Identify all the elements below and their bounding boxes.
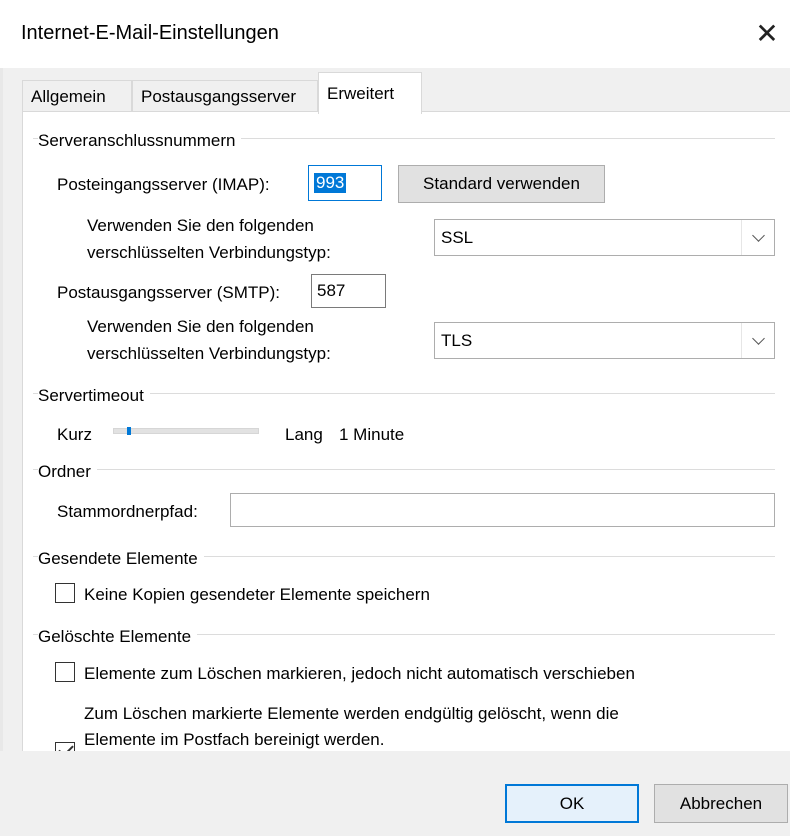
incoming-port-input[interactable]: 993 (308, 165, 382, 201)
incoming-server-label: Posteingangsserver (IMAP): (57, 175, 270, 194)
ok-button-label: OK (559, 793, 585, 813)
cancel-button-label: Abbrechen (679, 793, 763, 813)
title-bar: Internet-E-Mail-Einstellungen ✕ (0, 0, 790, 68)
group-divider (33, 469, 775, 470)
chevron-down-icon (741, 323, 774, 358)
tab-label: Postausgangsserver (141, 86, 296, 106)
tab-label: Allgemein (31, 86, 106, 106)
group-title-deleted-items: Gelöschte Elemente (38, 627, 198, 647)
tab-bar: Allgemein Postausgangsserver Erweitert (22, 72, 790, 114)
use-default-button-label: Standard verwenden (423, 174, 580, 193)
timeout-slider[interactable] (113, 428, 259, 434)
deletion-info-line-2: Elemente im Postfach bereinigt werden. (84, 730, 385, 749)
close-icon: ✕ (755, 17, 779, 49)
chevron-down-icon (741, 220, 774, 255)
tab-allgemein[interactable]: Allgemein (22, 80, 132, 112)
mark-for-deletion-label: Elemente zum Löschen markieren, jedoch n… (84, 664, 635, 683)
outgoing-port-value: 587 (317, 281, 346, 300)
mark-for-deletion-checkbox[interactable] (55, 662, 75, 682)
incoming-port-value: 993 (314, 173, 347, 193)
group-title-server-ports: Serveranschlussnummern (38, 131, 242, 151)
use-default-button[interactable]: Standard verwenden (398, 165, 605, 203)
tab-label: Erweitert (327, 83, 395, 103)
group-title-folders: Ordner (38, 462, 97, 482)
tab-postausgangsserver[interactable]: Postausgangsserver (132, 80, 318, 112)
outgoing-server-label: Postausgangsserver (SMTP): (57, 283, 280, 302)
deletion-info-line-1: Zum Löschen markierte Elemente werden en… (84, 704, 619, 723)
tab-panel-erweitert: Serveranschlussnummern Posteingangsserve… (22, 111, 790, 751)
checkmark-icon (58, 741, 74, 751)
dialog-window: Internet-E-Mail-Einstellungen ✕ Allgemei… (0, 0, 790, 836)
ok-button[interactable]: OK (505, 784, 639, 823)
root-path-input[interactable] (230, 493, 775, 527)
encryption-label-incoming-2: verschlüsselten Verbindungstyp: (87, 243, 331, 262)
partially-hidden-checkbox[interactable] (55, 741, 75, 751)
root-path-label: Stammordnerpfad: (57, 502, 198, 521)
tab-erweitert[interactable]: Erweitert (318, 72, 422, 114)
dialog-footer: OK Abbrechen (0, 751, 790, 836)
timeout-short-label: Kurz (57, 425, 92, 444)
timeout-slider-thumb[interactable] (127, 427, 132, 435)
timeout-long-label: Lang (285, 425, 323, 444)
close-button[interactable]: ✕ (744, 10, 790, 56)
group-title-server-timeout: Servertimeout (38, 386, 150, 406)
group-title-sent-items: Gesendete Elemente (38, 549, 204, 569)
window-edge (0, 68, 3, 836)
no-copies-checkbox[interactable] (55, 583, 75, 603)
no-copies-label: Keine Kopien gesendeter Elemente speiche… (84, 585, 430, 604)
encryption-label-outgoing-2: verschlüsselten Verbindungstyp: (87, 344, 331, 363)
incoming-encryption-select[interactable]: SSL (434, 219, 775, 256)
outgoing-encryption-value: TLS (441, 330, 473, 350)
outgoing-encryption-select[interactable]: TLS (434, 322, 775, 359)
encryption-label-incoming-1: Verwenden Sie den folgenden (87, 216, 314, 235)
encryption-label-outgoing-1: Verwenden Sie den folgenden (87, 317, 314, 336)
timeout-value: 1 Minute (339, 425, 405, 444)
window-title: Internet-E-Mail-Einstellungen (21, 22, 279, 44)
cancel-button[interactable]: Abbrechen (654, 784, 788, 823)
outgoing-port-input[interactable]: 587 (311, 274, 386, 308)
incoming-encryption-value: SSL (441, 227, 474, 247)
